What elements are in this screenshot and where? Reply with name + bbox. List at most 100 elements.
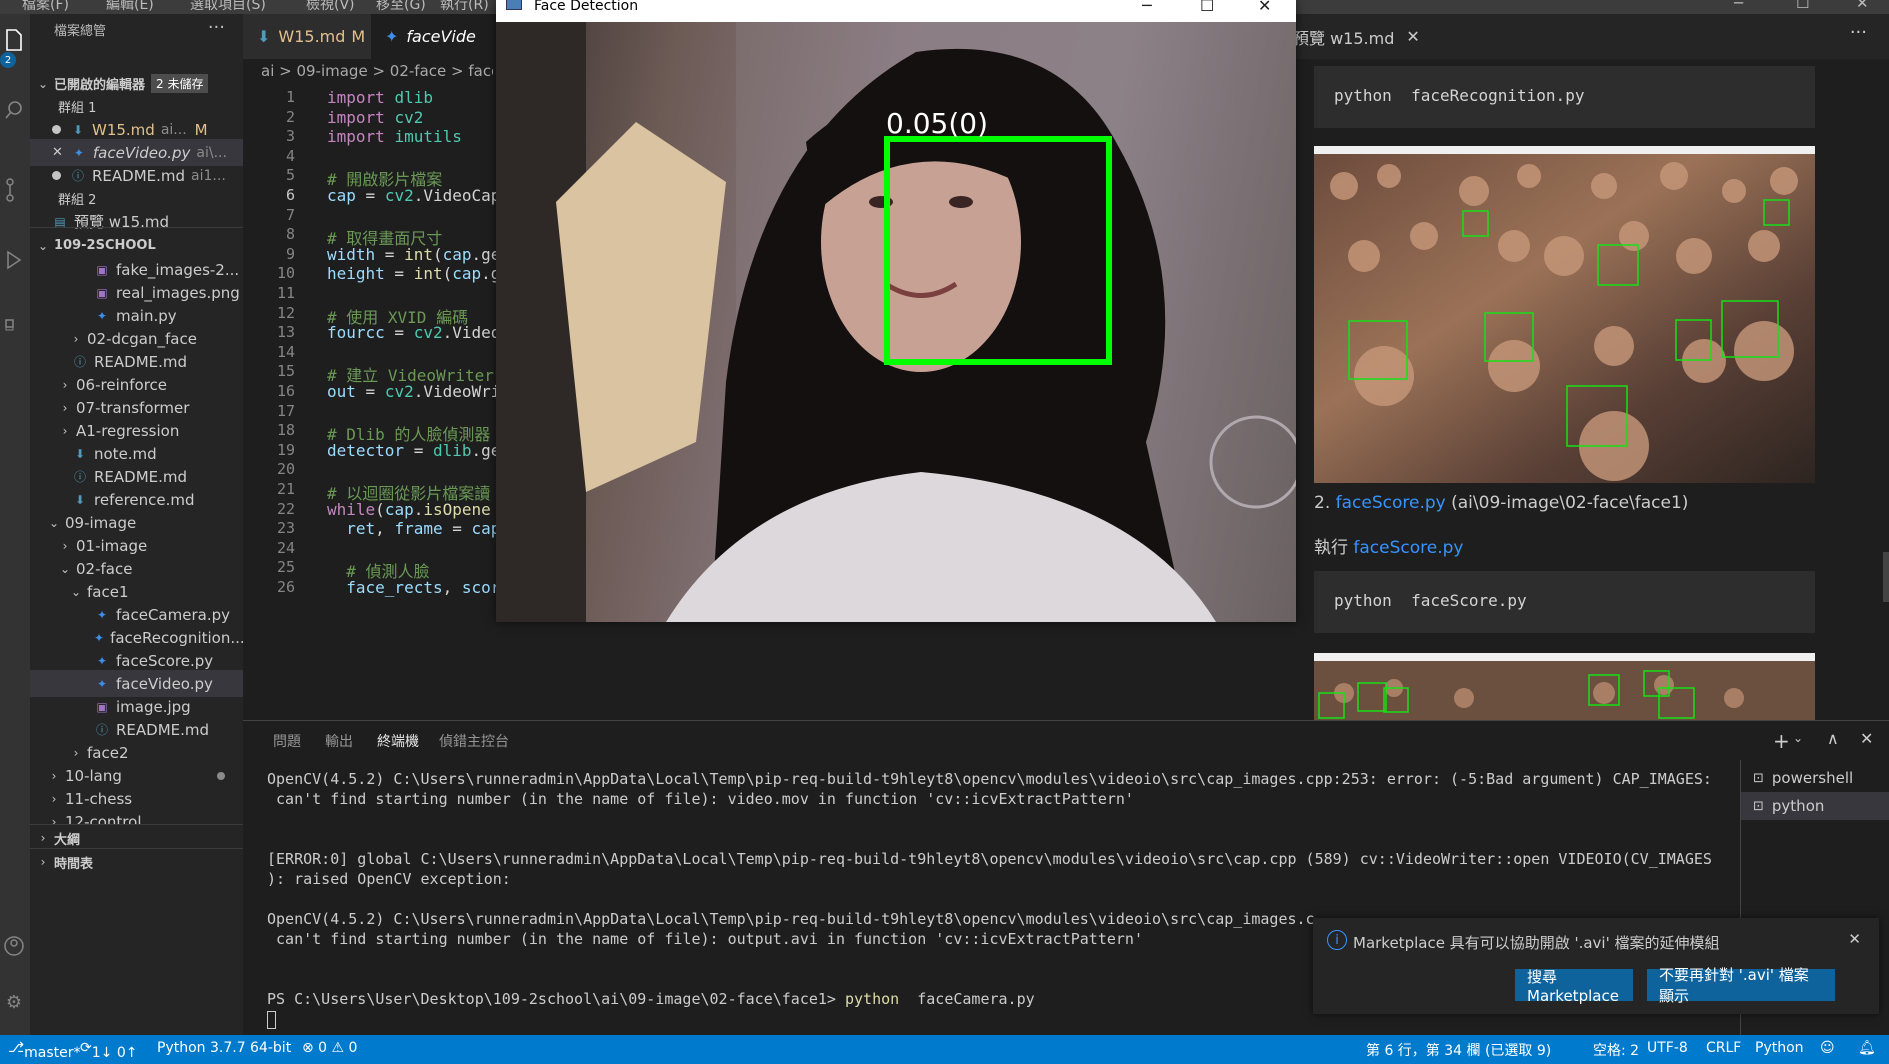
more-actions-icon[interactable]: ··· xyxy=(208,17,225,38)
bell-icon[interactable]: 🔔︎ xyxy=(1858,1040,1876,1056)
breadcrumb[interactable]: ai > 09-image > 02-face > face1 xyxy=(243,62,493,86)
chevron-down-icon[interactable]: ⌄ xyxy=(69,585,83,599)
feedback-icon[interactable]: ☺ xyxy=(1820,1040,1835,1056)
panel-tab[interactable]: 問題 xyxy=(273,721,301,761)
chevron-down-icon[interactable]: ⌄ xyxy=(36,77,50,91)
terminal-item-powershell[interactable]: ⊡ powershell xyxy=(1741,764,1889,792)
code-line[interactable]: out = cv2.VideoWri xyxy=(327,382,500,401)
maximize-icon[interactable]: ☐ xyxy=(1796,0,1809,12)
section-outline[interactable]: › 大綱 xyxy=(30,824,243,851)
unsaved-dot-icon[interactable] xyxy=(52,171,61,180)
run-debug-icon[interactable] xyxy=(2,248,26,272)
terminal-line: OpenCV(4.5.2) C:\Users\runneradmin\AppDa… xyxy=(267,910,1315,928)
unsaved-dot-icon[interactable] xyxy=(52,125,61,134)
indentation[interactable]: 空格: 2 xyxy=(1593,1040,1639,1060)
menu-item[interactable]: 移至(G) xyxy=(376,0,426,14)
row-label: 109-2SCHOOL xyxy=(54,238,156,253)
cursor-position[interactable]: 第 6 行，第 34 欄 (已選取 9) xyxy=(1366,1040,1551,1060)
code-line[interactable]: import imutils xyxy=(327,127,462,146)
branch-status[interactable]: ⎇ master* xyxy=(8,1040,81,1061)
code-line[interactable]: fourcc = cv2.Video xyxy=(327,323,500,342)
scrollbar-thumb[interactable] xyxy=(1883,552,1889,602)
close-icon[interactable]: ✕ xyxy=(1848,930,1861,948)
chevron-down-icon[interactable]: ⌄ xyxy=(36,239,50,253)
line-number: 23 xyxy=(276,519,295,538)
close-tab-icon[interactable]: ✕ xyxy=(1406,27,1419,46)
more-actions-icon[interactable]: ··· xyxy=(1850,22,1867,43)
maximize-icon[interactable]: ☐ xyxy=(1200,0,1214,15)
close-icon[interactable]: ✕ xyxy=(52,145,63,160)
chevron-right-icon[interactable]: › xyxy=(58,401,72,415)
source-control-icon[interactable] xyxy=(2,178,26,202)
close-panel-icon[interactable]: ✕ xyxy=(1860,729,1873,748)
code-line[interactable]: width = int(cap.ge xyxy=(327,245,500,264)
menu-item[interactable]: 編輯(E) xyxy=(106,0,154,14)
close-icon[interactable]: ✕ xyxy=(1258,0,1271,15)
run-instruction: 執行 faceScore.py xyxy=(1314,533,1463,558)
code-line[interactable]: import cv2 xyxy=(327,108,423,127)
close-window-icon[interactable]: ✕ xyxy=(1856,0,1869,12)
chevron-down-icon[interactable]: ⌄ xyxy=(47,516,61,530)
menu-item[interactable]: 檢視(V) xyxy=(306,0,355,14)
gear-icon[interactable]: ⚙ xyxy=(2,990,26,1014)
row-label: main.py xyxy=(116,306,177,325)
extensions-icon[interactable] xyxy=(2,310,26,334)
chevron-right-icon[interactable]: › xyxy=(58,539,72,553)
chevron-right-icon[interactable]: › xyxy=(69,746,83,760)
facescore-link[interactable]: faceScore.py xyxy=(1336,493,1446,513)
line-ending[interactable]: CRLF xyxy=(1706,1040,1741,1056)
panel-tab[interactable]: 偵錯主控台 xyxy=(439,721,509,761)
tab-w15-md[interactable]: ⬇ W15.md M ● xyxy=(243,14,384,59)
menu-item[interactable]: 檔案(F) xyxy=(22,0,69,14)
minimize-icon[interactable]: ─ xyxy=(1734,0,1743,12)
py-file-icon: ✦ xyxy=(96,607,108,622)
tab-label: W15.md xyxy=(278,27,346,46)
terminal-line: can't find starting number (in the name … xyxy=(267,790,1134,808)
face-window-titlebar[interactable]: Face Detection ─ ☐ ✕ xyxy=(496,0,1296,22)
line-number: 4 xyxy=(285,146,295,165)
chevron-right-icon[interactable]: › xyxy=(36,855,50,869)
account-icon[interactable] xyxy=(2,934,26,958)
chevron-right-icon[interactable]: › xyxy=(47,792,61,806)
code-line[interactable]: height = int(cap.g xyxy=(327,264,500,283)
problems-status[interactable]: ⊗ 0 ⚠ 0 xyxy=(302,1040,357,1056)
python-interpreter[interactable]: Python 3.7.7 64-bit xyxy=(157,1040,291,1056)
explorer-title: 檔案總管 xyxy=(54,23,107,39)
search-marketplace-button[interactable]: 搜尋 Marketplace xyxy=(1515,968,1633,1005)
panel-tab[interactable]: 輸出 xyxy=(325,721,353,761)
code-line[interactable]: while(cap.isOpene xyxy=(327,500,491,519)
py-file-icon: ✦ xyxy=(73,145,84,160)
file-w15-md[interactable]: ▤ 預覽 w15.md xyxy=(30,208,243,235)
panel-tab[interactable]: 終端機 xyxy=(377,721,419,761)
code-line[interactable]: import dlib xyxy=(327,88,433,107)
chevron-down-icon[interactable]: ⌄ xyxy=(1793,731,1803,745)
chevron-right-icon[interactable]: › xyxy=(58,378,72,392)
language-mode[interactable]: Python xyxy=(1755,1040,1804,1056)
chevron-right-icon[interactable]: › xyxy=(58,424,72,438)
menu-item[interactable]: 選取項目(S) xyxy=(190,0,266,14)
section-109-2school[interactable]: ⌄ 109-2SCHOOL xyxy=(30,232,243,259)
code-line[interactable]: cap = cv2.VideoCap xyxy=(327,186,500,205)
tab-facevideo-py[interactable]: ✦ faceVide xyxy=(371,14,501,59)
sync-status[interactable]: ⟳ 1↓ 0↑ xyxy=(80,1040,137,1061)
unsaved-count-badge: 2 未儲存 xyxy=(151,74,209,93)
terminal-item-python[interactable]: ⊡ python xyxy=(1741,792,1889,820)
chevron-right-icon[interactable]: › xyxy=(47,769,61,783)
chevron-down-icon[interactable]: ⌄ xyxy=(58,562,72,576)
chevron-right-icon[interactable]: › xyxy=(69,332,83,346)
search-icon[interactable] xyxy=(2,98,26,122)
tab-preview-w15[interactable]: 預覽 w15.md ✕ xyxy=(1293,14,1420,59)
menu-item[interactable]: 執行(R) xyxy=(440,0,489,14)
line-number: 2 xyxy=(285,107,295,126)
maximize-panel-icon[interactable]: ∧ xyxy=(1827,729,1839,748)
section-label: 時間表 xyxy=(54,856,94,872)
dont-show-again-button[interactable]: 不要再針對 '.avi' 檔案顯示 xyxy=(1647,966,1835,1005)
minimize-icon[interactable]: ─ xyxy=(1142,0,1152,15)
encoding[interactable]: UTF-8 xyxy=(1647,1040,1688,1056)
explorer-icon[interactable] xyxy=(2,28,26,52)
facescore-run-link[interactable]: faceScore.py xyxy=(1353,538,1463,558)
new-terminal-icon[interactable]: + xyxy=(1773,729,1790,753)
code-line[interactable]: detector = dlib.ge xyxy=(327,441,500,460)
chevron-right-icon[interactable]: › xyxy=(36,831,50,845)
section-timeline[interactable]: › 時間表 xyxy=(30,848,243,875)
